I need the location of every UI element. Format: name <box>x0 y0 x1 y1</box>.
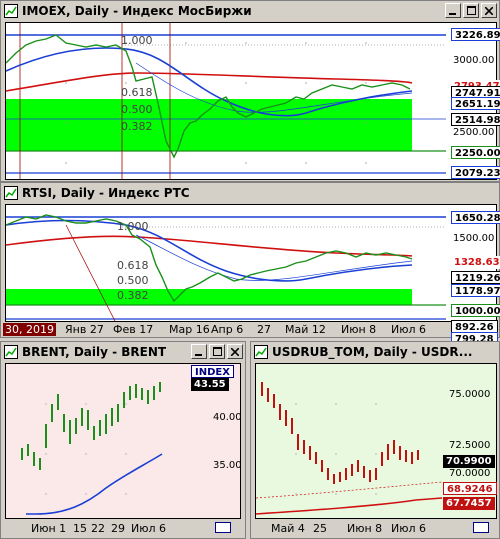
usdrub-titlebar[interactable]: USDRUB_TOM, Daily - USDR... <box>251 342 499 362</box>
minimize-icon <box>449 12 456 15</box>
fib-label-500: 0.500 <box>121 103 153 116</box>
fib-label-618: 0.618 <box>117 259 149 272</box>
axis-label: 70.0000 <box>449 468 491 479</box>
rtsi-chart-area[interactable]: 1.000 0.618 0.500 0.382 <box>5 204 497 322</box>
price-tag: 68.9246 <box>443 482 497 495</box>
minimize-icon <box>195 353 202 356</box>
fib-label-382: 0.382 <box>117 289 149 302</box>
minimize-button[interactable] <box>445 3 461 18</box>
x-axis-label: Апр 6 <box>211 323 244 336</box>
x-axis-label: Фев 17 <box>113 323 154 336</box>
fib-label-1000: 1.000 <box>121 34 153 47</box>
axis-label: 40.00 <box>213 412 242 423</box>
imoex-titlebar[interactable]: IMOEX, Daily - Индекс МосБиржи <box>1 1 499 21</box>
price-tag: 2651.19 <box>451 97 500 110</box>
minimize-button[interactable] <box>191 344 207 359</box>
axis-label: 35.00 <box>213 460 242 471</box>
close-icon <box>231 347 239 356</box>
x-axis-label: 22 <box>91 522 105 535</box>
x-axis-label: Май 12 <box>285 323 326 336</box>
x-axis-label: Июл 6 <box>391 323 427 336</box>
x-axis-label: 29 <box>111 522 125 535</box>
close-button[interactable] <box>481 3 497 18</box>
window-title: IMOEX, Daily - Индекс МосБиржи <box>22 4 252 18</box>
price-tag: 1219.26 <box>451 271 500 284</box>
price-tag: 1000.00 <box>451 304 500 317</box>
axis-label: 75.0000 <box>449 389 491 400</box>
window-title: USDRUB_TOM, Daily - USDR... <box>272 345 473 359</box>
x-axis-label: Июн 8 <box>347 522 383 535</box>
x-axis-label: 30, 2019 <box>3 323 56 336</box>
rtsi-titlebar[interactable]: RTSI, Daily - Индекс РТС <box>1 183 499 203</box>
x-axis-label: Мар 16 <box>169 323 210 336</box>
maximize-icon <box>466 6 476 15</box>
chart-scroll-icon[interactable] <box>215 522 231 533</box>
price-tag: 43.55 <box>191 378 229 391</box>
x-axis-label: Июн 1 <box>31 522 67 535</box>
price-tag: 70.9900 <box>443 455 495 468</box>
fib-label-618: 0.618 <box>121 86 153 99</box>
x-axis-label: Июн 8 <box>341 323 377 336</box>
window-title: RTSI, Daily - Индекс РТС <box>22 186 190 200</box>
chart-window-icon <box>4 345 18 359</box>
axis-label: 3000.00 <box>453 55 495 66</box>
imoex-window[interactable]: IMOEX, Daily - Индекс МосБиржи 1.000 0.6… <box>0 0 500 182</box>
rtsi-chart <box>6 214 446 321</box>
price-tag: 2514.98 <box>451 113 500 126</box>
axis-label: 2500.00 <box>453 127 495 138</box>
window-title: BRENT, Daily - BRENT <box>22 345 167 359</box>
rtsi-window[interactable]: RTSI, Daily - Индекс РТС 1.000 0.618 0.5… <box>0 182 500 345</box>
index-label: INDEX <box>191 365 234 378</box>
x-axis-label: 25 <box>313 522 327 535</box>
chart-window-icon <box>4 186 18 200</box>
brent-window[interactable]: BRENT, Daily - BRENT INDEX 43.55 40.00 3… <box>0 341 246 539</box>
chart-window-icon <box>4 4 18 18</box>
fib-label-382: 0.382 <box>121 120 153 133</box>
price-tag: 67.7457 <box>443 497 495 510</box>
imoex-chart <box>6 23 446 179</box>
x-axis-label: Май 4 <box>271 522 305 535</box>
fib-label-500: 0.500 <box>117 274 149 287</box>
price-tag: 1328.63 <box>451 256 500 269</box>
x-axis-label: 27 <box>257 323 271 336</box>
axis-label: 72.5000 <box>449 440 491 451</box>
price-tag: 2250.00 <box>451 146 500 159</box>
price-tag: 2079.23 <box>451 166 500 179</box>
x-axis-label: Июл 6 <box>131 522 167 535</box>
axis-label: 1500.00 <box>453 233 495 244</box>
x-axis-label: Июл 6 <box>391 522 427 535</box>
maximize-button[interactable] <box>463 3 479 18</box>
usdrub-window[interactable]: USDRUB_TOM, Daily - USDR... 75.0000 72.5… <box>250 341 500 539</box>
chart-window-icon <box>254 345 268 359</box>
x-axis-label: Янв 27 <box>65 323 104 336</box>
price-tag: 1178.97 <box>451 284 500 297</box>
price-tag: 3226.89 <box>451 28 500 41</box>
fib-label-1000: 1.000 <box>117 220 149 233</box>
price-tag: 1650.28 <box>451 211 500 224</box>
close-icon <box>485 6 493 15</box>
imoex-chart-area[interactable]: 1.000 0.618 0.500 0.382 <box>5 22 497 180</box>
chart-scroll-icon[interactable] <box>473 522 489 533</box>
maximize-icon <box>212 347 222 356</box>
x-axis-label: 15 <box>73 522 87 535</box>
maximize-button[interactable] <box>209 344 225 359</box>
close-button[interactable] <box>227 344 243 359</box>
